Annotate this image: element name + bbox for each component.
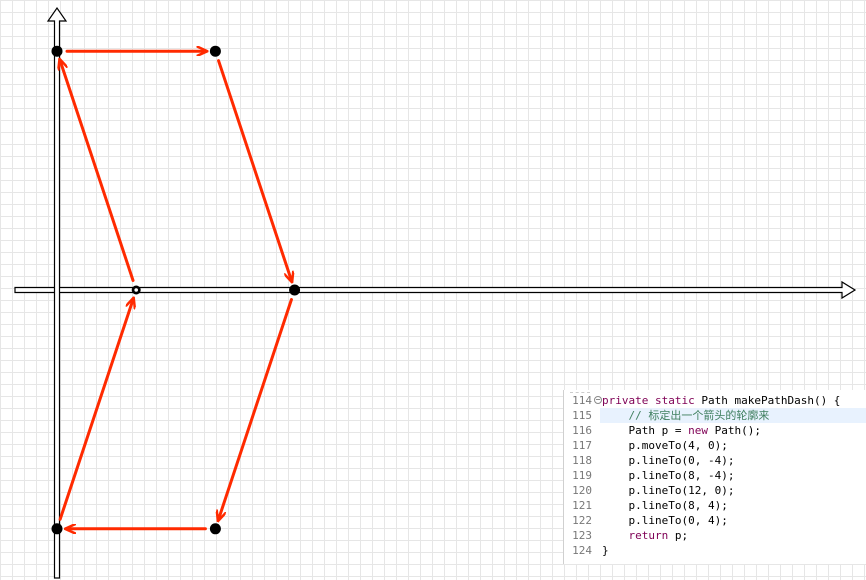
- code-line: 117 p.moveTo(4, 0);: [564, 438, 866, 453]
- line-number: 123: [564, 528, 600, 543]
- line-number: 120: [564, 483, 600, 498]
- path-segment-arrow: [218, 297, 293, 520]
- code-line: 124}: [564, 543, 866, 558]
- line-number: 118: [564, 453, 600, 468]
- path-point: [51, 523, 63, 535]
- path-point: [51, 45, 63, 57]
- code-token: p.lineTo(8, 4);: [602, 499, 728, 512]
- code-token: Path();: [707, 424, 761, 437]
- code-line: 115 // 标定出一个箭头的轮廓来: [564, 408, 866, 423]
- line-number: 116: [564, 423, 600, 438]
- code-line: 123 return p;: [564, 528, 866, 543]
- path-segment-arrow: [60, 60, 135, 283]
- code-keyword: return: [628, 529, 669, 542]
- code-text: p.lineTo(0, 4);: [600, 513, 728, 528]
- code-token: }: [602, 544, 609, 557]
- code-lines: 114− private static Path makePathDash() {…: [564, 393, 866, 558]
- line-number: 117: [564, 438, 600, 453]
- code-text: // 标定出一个箭头的轮廓来: [600, 408, 770, 423]
- code-token: p.lineTo(8, -4);: [602, 469, 735, 482]
- path-segment-arrow: [217, 59, 292, 282]
- code-keyword: private: [602, 394, 649, 407]
- fold-collapse-icon[interactable]: −: [594, 396, 602, 404]
- code-text: }: [600, 543, 609, 558]
- code-text: private static Path makePathDash() {: [600, 393, 840, 408]
- code-token: p.moveTo(4, 0);: [602, 439, 728, 452]
- code-keyword: new: [688, 424, 708, 437]
- code-token: Path p =: [602, 424, 689, 437]
- code-token: p.lineTo(12, 0);: [602, 484, 735, 497]
- code-line: 114− private static Path makePathDash() {: [564, 393, 866, 408]
- path-segment-arrow: [58, 299, 133, 521]
- path-point: [289, 284, 301, 296]
- code-editor-panel: 114− private static Path makePathDash() {…: [563, 390, 866, 564]
- code-text: return p;: [600, 528, 689, 543]
- code-keyword: static: [654, 394, 695, 407]
- x-axis-arrow: [14, 280, 857, 300]
- code-line: 116 Path p = new Path();: [564, 423, 866, 438]
- code-text: p.lineTo(8, 4);: [600, 498, 728, 513]
- line-number: 121: [564, 498, 600, 513]
- path-point: [209, 523, 221, 535]
- code-line: 119 p.lineTo(8, -4);: [564, 468, 866, 483]
- line-number: 114−: [564, 393, 602, 408]
- code-line: 122 p.lineTo(0, 4);: [564, 513, 866, 528]
- code-text: p.lineTo(12, 0);: [600, 483, 734, 498]
- code-text: p.moveTo(4, 0);: [600, 438, 728, 453]
- code-token: Path makePathDash() {: [694, 394, 841, 407]
- line-number: 122: [564, 513, 600, 528]
- code-token: p.lineTo(0, 4);: [602, 514, 728, 527]
- code-text: p.lineTo(0, -4);: [600, 453, 734, 468]
- code-line: 121 p.lineTo(8, 4);: [564, 498, 866, 513]
- line-number: 119: [564, 468, 600, 483]
- path-start-point-center: [134, 288, 138, 292]
- code-line: 118 p.lineTo(0, -4);: [564, 453, 866, 468]
- code-token: p.lineTo(0, -4);: [602, 454, 735, 467]
- code-comment: // 标定出一个箭头的轮廓来: [628, 409, 770, 422]
- code-token: p;: [668, 529, 689, 542]
- line-number: 124: [564, 543, 600, 558]
- code-text: Path p = new Path();: [600, 423, 761, 438]
- code-text: p.lineTo(8, -4);: [600, 468, 734, 483]
- code-line: 120 p.lineTo(12, 0);: [564, 483, 866, 498]
- line-number: 115: [564, 408, 600, 423]
- path-point: [209, 45, 221, 57]
